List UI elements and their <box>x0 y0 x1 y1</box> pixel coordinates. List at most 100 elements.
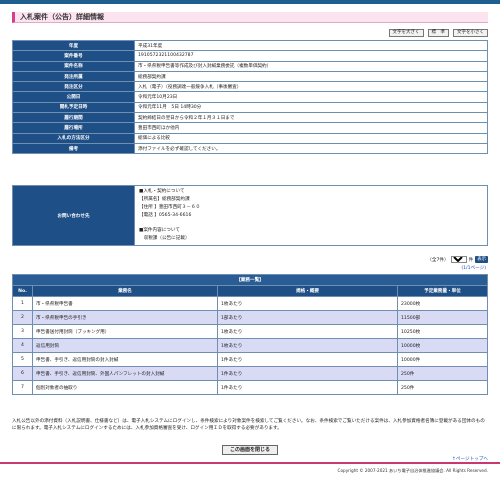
work-list-caption: 【業務一覧】 <box>12 274 488 286</box>
info-row: 案件名称 市・県県税申告書等作成及び封入封緘業務委託（複数単価契約） <box>12 60 488 72</box>
info-value: 令和元年11月 5日 14時30分 <box>134 101 488 114</box>
info-row: 履行期間 契約締結日の翌日から令和２年１月３１日まで <box>12 112 488 124</box>
row-no: 5 <box>12 352 33 367</box>
pager: （全7件） 30 件 表示 <box>427 256 488 263</box>
info-row: 開札予定日時 令和元年11月 5日 14時30分 <box>12 101 488 114</box>
top-bar <box>0 0 500 4</box>
contact-label: お問い合わせ先 <box>12 185 135 246</box>
row-spec: 1枚あたり <box>217 296 398 311</box>
column-header-spec: 規格・概要 <box>217 285 398 297</box>
per-page-select[interactable]: 30 <box>450 256 467 263</box>
row-name: 申告書送付用封筒（ブッキング用） <box>32 324 218 339</box>
row-spec: 1枚あたり <box>217 338 398 353</box>
font-size-controls: 文字を大きく 標 準 文字を小さく <box>388 29 488 37</box>
info-label: 履行期間 <box>12 112 135 124</box>
per-page-unit: 件 <box>468 257 474 263</box>
page-title: 入札案件（公告）詳細情報 <box>20 13 104 21</box>
row-name: 申告書、手引き、返信用封筒の封入封緘 <box>32 352 218 367</box>
info-label: 年度 <box>12 39 135 52</box>
info-value: 市・県県税申告書等作成及び封入封緘業務委託（複数単価契約） <box>134 60 488 72</box>
info-value: 添付ファイルを必ず確認してください。 <box>134 142 488 155</box>
info-value: 総価による比較 <box>134 132 488 144</box>
row-quantity: 250件 <box>397 366 488 381</box>
case-info-table: 年度 平成31年度 案件番号 1910572321100432787 案件名称 市・県… <box>12 39 488 155</box>
info-row: 入札の方法区分 総価による比較 <box>12 132 488 144</box>
info-row: 案件番号 1910572321100432787 <box>12 50 488 62</box>
table-row: 4 返信用封筒 1枚あたり 10000枚 <box>12 338 488 353</box>
row-no: 1 <box>12 296 33 311</box>
row-name: 市・県県税申告書 <box>32 296 218 311</box>
info-row: 年度 平成31年度 <box>12 39 488 52</box>
table-row: 5 申告書、手引き、返信用封筒の封入封緘 1件あたり 10000件 <box>12 352 488 367</box>
contact-line: 【住所 】豊田市西町３－６０ <box>139 204 201 210</box>
info-row: 履行場所 豊田市西町ほか他内 <box>12 122 488 134</box>
row-no: 6 <box>12 366 33 381</box>
row-quantity: 10250枚 <box>397 324 488 339</box>
font-large-button[interactable]: 文字を大きく <box>388 29 424 37</box>
info-value: 平成31年度 <box>134 39 488 52</box>
row-name: 個別対象者の抽取り <box>32 380 218 395</box>
info-label: 発注区分 <box>12 81 135 93</box>
footer-copyright: Copyright © 2007-2021 あいち電子自治体推進協議会. All… <box>0 462 500 479</box>
contact-table: お問い合わせ先 ■入札・契約について 【所属名】総務部契約課 【住所 】豊田市西… <box>12 185 488 246</box>
font-small-button[interactable]: 文字を小さく <box>453 29 488 37</box>
row-spec: 1件あたり <box>217 366 398 381</box>
column-header-no: No. <box>12 285 33 297</box>
row-no: 3 <box>12 324 33 339</box>
contact-line <box>139 219 483 227</box>
row-name: 市・県県税申告の手引き <box>32 310 218 325</box>
table-row: 3 申告書送付用封筒（ブッキング用） 1枚あたり 10250枚 <box>12 324 488 339</box>
info-label: 履行場所 <box>12 122 135 134</box>
row-quantity: 11500部 <box>397 310 488 325</box>
info-row: 公開日 令和元年10月23日 <box>12 91 488 103</box>
row-no: 4 <box>12 338 33 353</box>
display-button[interactable]: 表示 <box>475 256 488 263</box>
row-no: 7 <box>12 380 33 395</box>
info-row: 発注所属 総務部契約課 <box>12 70 488 83</box>
table-row: 7 個別対象者の抽取り 1件あたり 250件 <box>12 380 488 395</box>
row-quantity: 250件 <box>397 380 488 395</box>
info-label: 公開日 <box>12 91 135 103</box>
info-row: 発注区分 入札（電子）（役務調達一般競争入札（事後審査） <box>12 81 488 93</box>
contact-line: ■入札・契約について <box>139 189 185 195</box>
info-label: 案件名称 <box>12 60 135 72</box>
contact-line: 【所属名】総務部契約課 <box>139 197 190 202</box>
row-spec: 1件あたり <box>217 380 398 395</box>
notice-text: 入札公告以外の添付資料（入札説明書、仕様書など）は、電子入札システムにログインし… <box>12 419 485 431</box>
info-value: 契約締結日の翌日から令和２年１月３１日まで <box>134 112 488 124</box>
row-quantity: 23000枚 <box>397 296 488 311</box>
info-value: 豊田市西町ほか他内 <box>134 122 488 134</box>
row-quantity: 10000件 <box>397 352 488 367</box>
info-label: 開札予定日時 <box>12 101 135 114</box>
info-value: 1910572321100432787 <box>134 50 488 62</box>
column-header-quantity: 予定業務量・単位 <box>397 285 488 297</box>
page-title-bar: 入札案件（公告）詳細情報 <box>12 12 488 23</box>
row-no: 2 <box>12 310 33 325</box>
row-spec: 1件あたり <box>217 352 398 367</box>
total-count: （全7件） <box>427 257 449 263</box>
info-label: 発注所属 <box>12 70 135 83</box>
info-value: 令和元年10月23日 <box>134 91 488 103</box>
close-window-button[interactable]: この画面を閉じる <box>222 445 278 455</box>
table-row: 2 市・県県税申告の手引き 1部あたり 11500部 <box>12 310 488 325</box>
page-indicator-link[interactable]: (1/1ページ) <box>461 266 486 271</box>
info-value: 入札（電子）（役務調達一般競争入札（事後審査） <box>134 81 488 93</box>
info-row: 備考 添付ファイルを必ず確認してください。 <box>12 142 488 155</box>
row-spec: 1部あたり <box>217 310 398 325</box>
row-spec: 1枚あたり <box>217 324 398 339</box>
font-standard-button[interactable]: 標 準 <box>427 29 449 37</box>
info-label: 備考 <box>12 142 135 155</box>
contact-line: 収税課（公告に記載） <box>139 235 190 241</box>
column-header-name: 業務名 <box>32 285 218 297</box>
info-value: 総務部契約課 <box>134 70 488 83</box>
work-list-table: 【業務一覧】 No. 業務名 規格・概要 予定業務量・単位 1 市・県県税申告書 1… <box>12 274 488 395</box>
row-name: 申告書、手引き、返信用封筒、外国人パンフレットの封入封緘 <box>32 366 218 381</box>
contact-details: ■入札・契約について 【所属名】総務部契約課 【住所 】豊田市西町３－６０ 【電… <box>134 185 488 246</box>
table-row: 6 申告書、手引き、返信用封筒、外国人パンフレットの封入封緘 1件あたり 250件 <box>12 366 488 381</box>
table-row: 1 市・県県税申告書 1枚あたり 23000枚 <box>12 296 488 311</box>
row-quantity: 10000枚 <box>397 338 488 353</box>
row-name: 返信用封筒 <box>32 338 218 353</box>
contact-line: ■案件内容について <box>139 228 180 234</box>
page-indicator: (1/1ページ) <box>461 265 486 271</box>
info-label: 案件番号 <box>12 50 135 62</box>
